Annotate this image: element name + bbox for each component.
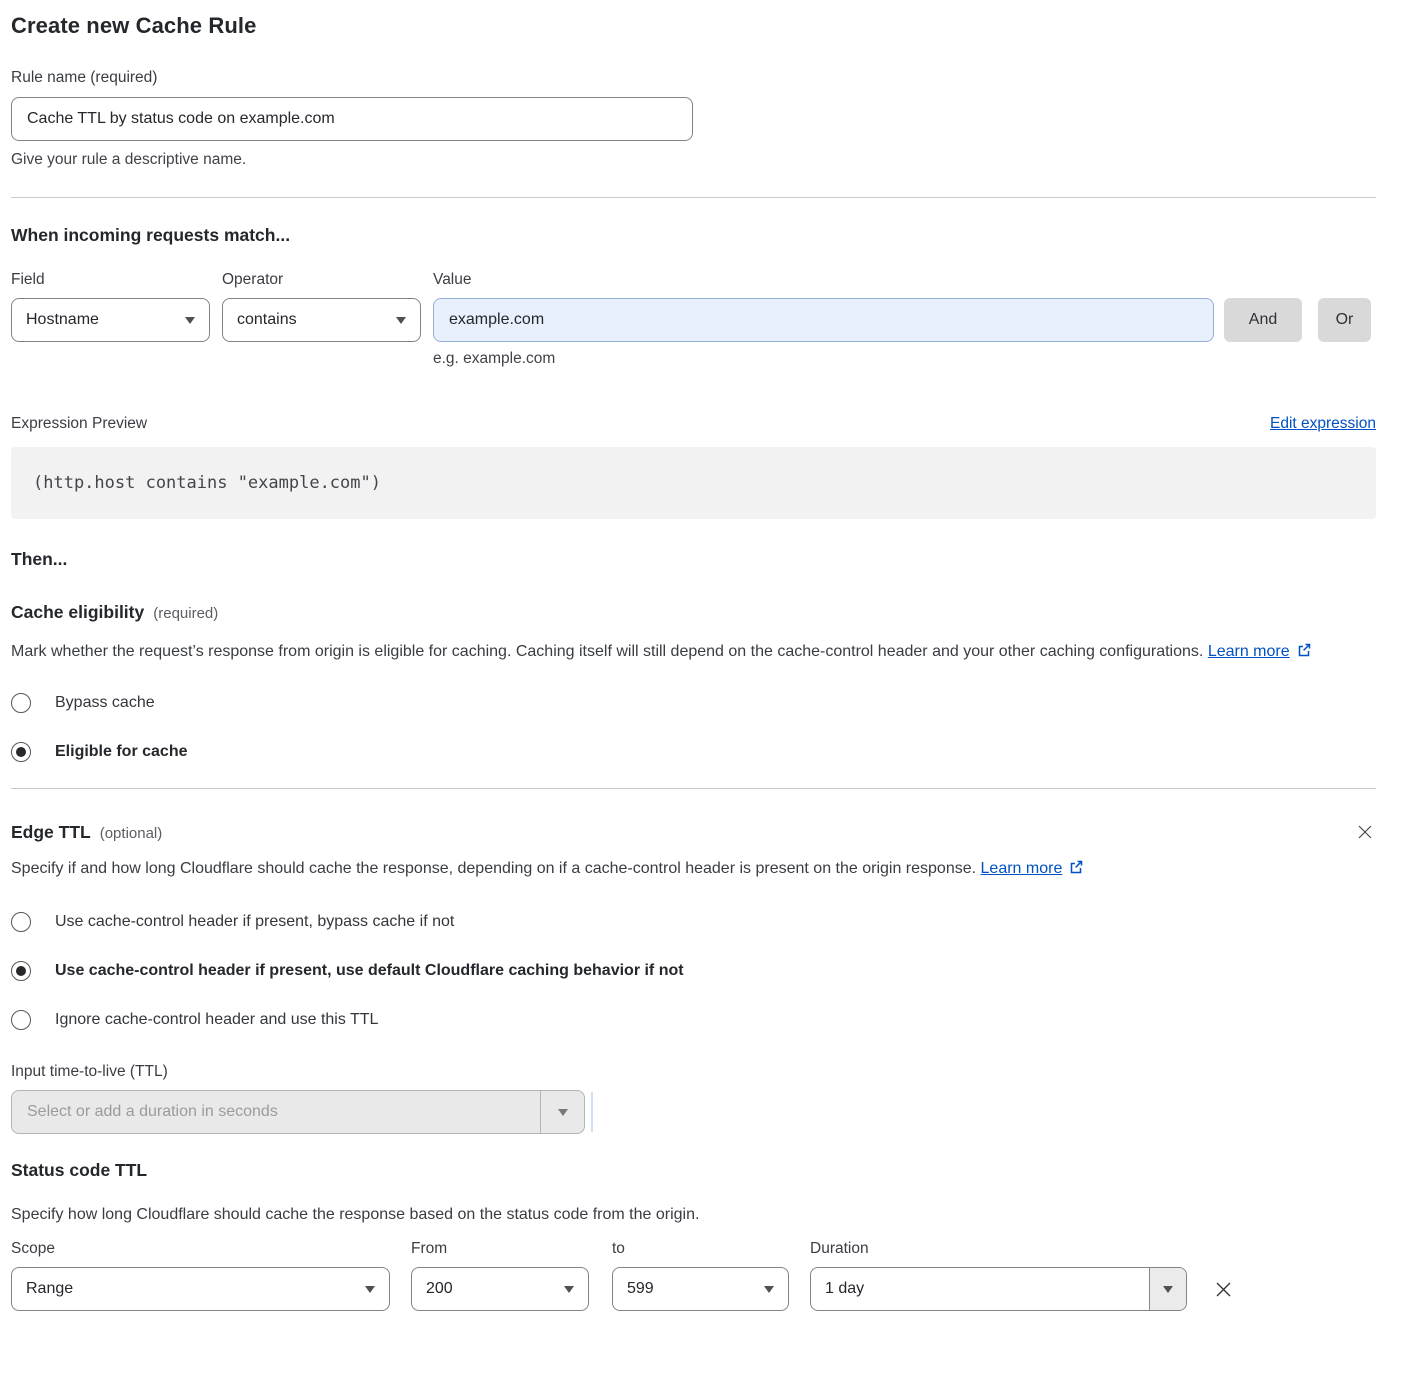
field-label: Field (11, 270, 210, 289)
chevron-down-icon (564, 1286, 574, 1293)
expression-preview-box: (http.host contains "example.com") (11, 447, 1376, 519)
ttl-select-wrap: Select or add a duration in seconds (11, 1090, 1376, 1134)
status-labels-row: Scope From to Duration (11, 1239, 1376, 1258)
optional-tag: (optional) (100, 825, 163, 842)
duration-combobox[interactable]: 1 day (810, 1267, 1187, 1311)
operator-select[interactable]: contains (222, 298, 421, 342)
cache-eligibility-heading: Cache eligibility (11, 601, 144, 623)
operator-label: Operator (222, 270, 421, 289)
value-label: Value (433, 270, 1214, 289)
expression-code: (http.host contains "example.com") (33, 473, 381, 493)
from-label: From (411, 1239, 589, 1258)
or-button[interactable]: Or (1318, 298, 1371, 342)
edge-ttl-learn-more-link[interactable]: Learn more (981, 860, 1063, 877)
focus-sliver (591, 1092, 593, 1132)
cache-eligibility-learn-more-link[interactable]: Learn more (1208, 643, 1290, 660)
cache-eligibility-options: Bypass cache Eligible for cache (11, 693, 1376, 762)
to-select-value: 599 (627, 1280, 654, 1298)
duration-value: 1 day (811, 1268, 1149, 1310)
scope-label: Scope (11, 1239, 390, 1258)
radio-option-use-header-default[interactable]: Use cache-control header if present, use… (11, 961, 1376, 981)
field-select-value: Hostname (26, 311, 99, 329)
radio-icon (11, 912, 31, 932)
expression-header: Expression Preview Edit expression (11, 414, 1376, 433)
radio-icon (11, 693, 31, 713)
ttl-select-placeholder: Select or add a duration in seconds (12, 1091, 540, 1133)
divider (11, 197, 1376, 198)
cache-eligibility-description: Mark whether the request’s response from… (11, 638, 1356, 668)
radio-option-label: Eligible for cache (55, 743, 187, 761)
to-label: to (612, 1239, 789, 1258)
edge-ttl-description: Specify if and how long Cloudflare shoul… (11, 855, 1121, 885)
required-tag: (required) (153, 605, 218, 622)
chevron-down-icon (1163, 1286, 1173, 1293)
scope-select[interactable]: Range (11, 1267, 390, 1311)
chevron-down-icon (764, 1286, 774, 1293)
chevron-down-icon (185, 317, 195, 324)
radio-option-label: Use cache-control header if present, byp… (55, 913, 454, 931)
close-icon[interactable] (1354, 821, 1376, 843)
chevron-down-icon (365, 1286, 375, 1293)
remove-status-row-icon[interactable] (1211, 1277, 1236, 1302)
from-select[interactable]: 200 (411, 1267, 589, 1311)
edge-ttl-heading: Edge TTL (11, 821, 91, 843)
radio-option-ignore-header[interactable]: Ignore cache-control header and use this… (11, 1010, 1376, 1030)
radio-option-bypass-cache[interactable]: Bypass cache (11, 693, 1376, 713)
to-select[interactable]: 599 (612, 1267, 789, 1311)
chevron-down-icon (396, 317, 406, 324)
external-link-icon (1296, 640, 1312, 668)
scope-select-value: Range (26, 1280, 73, 1298)
match-controls-row: Hostname contains And Or (11, 298, 1376, 342)
ttl-select-arrow-button[interactable] (540, 1091, 584, 1133)
value-helper: e.g. example.com (433, 350, 1376, 368)
duration-label: Duration (810, 1239, 1187, 1258)
radio-option-use-header-bypass[interactable]: Use cache-control header if present, byp… (11, 912, 1376, 932)
match-labels-row: Field Operator Value (11, 270, 1376, 289)
rule-name-label: Rule name (required) (11, 68, 1376, 87)
create-cache-rule-form: Create new Cache Rule Rule name (require… (0, 0, 1412, 1341)
radio-icon-selected (11, 742, 31, 762)
rule-name-input[interactable] (11, 97, 693, 141)
expression-preview-label: Expression Preview (11, 414, 147, 433)
chevron-down-icon (558, 1109, 568, 1116)
cache-eligibility-header: Cache eligibility (required) (11, 601, 1376, 623)
ttl-duration-select[interactable]: Select or add a duration in seconds (11, 1090, 585, 1134)
radio-option-label: Use cache-control header if present, use… (55, 962, 684, 980)
external-link-icon (1068, 857, 1084, 885)
field-select[interactable]: Hostname (11, 298, 210, 342)
edge-ttl-title-wrap: Edge TTL (optional) (11, 821, 162, 843)
radio-icon-selected (11, 961, 31, 981)
edit-expression-link[interactable]: Edit expression (1270, 415, 1376, 433)
duration-dropdown-button[interactable] (1149, 1268, 1186, 1310)
ttl-input-label: Input time-to-live (TTL) (11, 1062, 1376, 1081)
page-title: Create new Cache Rule (11, 13, 1376, 39)
and-button[interactable]: And (1224, 298, 1302, 342)
then-heading: Then... (11, 548, 1376, 570)
cache-eligibility-description-text: Mark whether the request’s response from… (11, 643, 1203, 660)
radio-option-eligible-for-cache[interactable]: Eligible for cache (11, 742, 1376, 762)
edge-ttl-options: Use cache-control header if present, byp… (11, 912, 1376, 1030)
divider (11, 788, 1376, 789)
match-heading: When incoming requests match... (11, 224, 1376, 246)
rule-name-helper: Give your rule a descriptive name. (11, 150, 1376, 169)
radio-option-label: Ignore cache-control header and use this… (55, 1011, 378, 1029)
status-code-ttl-heading: Status code TTL (11, 1159, 1376, 1181)
radio-option-label: Bypass cache (55, 694, 155, 712)
rule-name-section: Rule name (required) Give your rule a de… (11, 68, 1376, 169)
value-input[interactable] (433, 298, 1214, 342)
status-code-ttl-description: Specify how long Cloudflare should cache… (11, 1201, 1376, 1229)
edge-ttl-description-text: Specify if and how long Cloudflare shoul… (11, 860, 976, 877)
operator-select-value: contains (237, 311, 297, 329)
radio-icon (11, 1010, 31, 1030)
status-controls-row: Range 200 599 1 day (11, 1267, 1376, 1311)
edge-ttl-header: Edge TTL (optional) (11, 821, 1376, 843)
from-select-value: 200 (426, 1280, 453, 1298)
